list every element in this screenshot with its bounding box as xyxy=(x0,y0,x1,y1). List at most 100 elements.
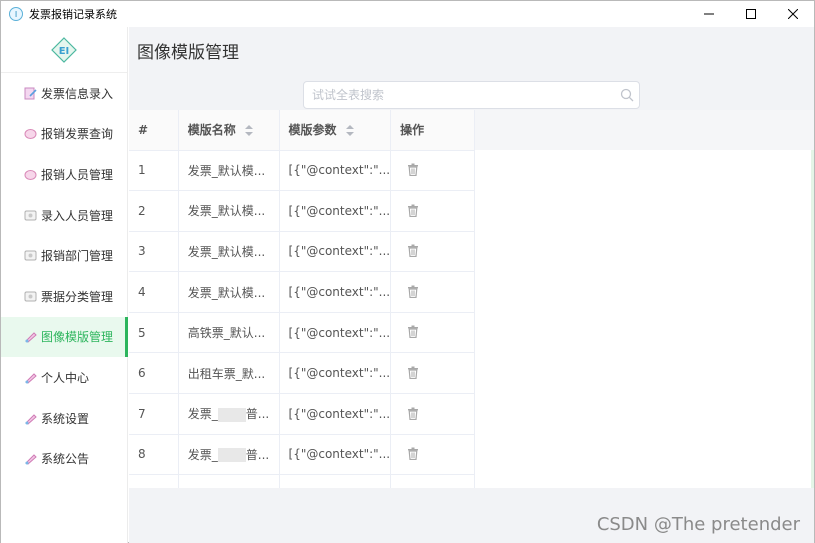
table-row: 1 发票_默认模... [{"@context":"... xyxy=(129,150,814,192)
cell-ops xyxy=(390,150,475,192)
sidebar-item-department[interactable]: 报销部门管理 xyxy=(1,235,127,276)
column-header-label: 模版参数 xyxy=(288,123,337,138)
cell-index: 3 xyxy=(129,231,179,273)
cell-ops xyxy=(390,312,475,354)
delete-button[interactable] xyxy=(405,365,421,381)
table-row: 5 高铁票_默认... [{"@context":"... xyxy=(129,312,814,354)
cell-name-prefix: 发票_ xyxy=(187,447,218,462)
entry-staff-icon xyxy=(23,208,37,222)
sidebar-item-label: 系统公告 xyxy=(41,452,90,467)
sidebar-item-label: 报销部门管理 xyxy=(41,249,114,264)
trash-icon xyxy=(408,366,419,380)
redacted-text xyxy=(217,448,246,463)
cell-params: [{"@context":"... xyxy=(279,231,392,273)
sidebar-item-label: 报销人员管理 xyxy=(41,167,114,182)
search-input[interactable] xyxy=(304,83,615,107)
cell-ops xyxy=(390,190,475,232)
window-title: 发票报销记录系统 xyxy=(29,8,117,21)
watermark: CSDN @The pretender xyxy=(596,514,800,535)
cell-index: 5 xyxy=(129,312,179,354)
cell-name: 发票_ 普... xyxy=(178,434,280,476)
delete-button[interactable] xyxy=(405,405,421,421)
minimize-button[interactable] xyxy=(688,1,730,27)
department-icon xyxy=(23,249,37,263)
table-row: 8 发票_ 普... [{"@context":"... xyxy=(129,434,814,476)
sidebar-item-invoice-query[interactable]: 报销发票查询 xyxy=(1,114,127,155)
cell-ops xyxy=(390,231,475,273)
trash-icon xyxy=(408,163,419,177)
settings-icon xyxy=(23,411,37,425)
trash-icon xyxy=(408,285,419,298)
sort-icon[interactable] xyxy=(345,124,355,137)
sidebar-item-profile[interactable]: 个人中心 xyxy=(1,357,127,398)
sidebar-item-reimburser[interactable]: 报销人员管理 xyxy=(1,154,127,195)
cell-name: 发票_ 普... xyxy=(178,393,280,435)
trash-icon xyxy=(408,325,419,339)
table-row: 6 出租车票_默... [{"@context":"... xyxy=(129,352,814,395)
delete-button[interactable] xyxy=(405,446,421,462)
delete-button[interactable] xyxy=(405,202,421,218)
column-header-ops: 操作 xyxy=(390,110,475,151)
table-header-row: # 模版名称 模版参数 操作 xyxy=(129,110,814,151)
cell-empty xyxy=(279,474,392,488)
sidebar-item-label: 发票信息录入 xyxy=(41,86,114,101)
scroll-indicator xyxy=(811,150,814,488)
profile-icon xyxy=(23,370,37,384)
cell-name: 发票_默认模... xyxy=(178,150,280,192)
sidebar-item-category[interactable]: 票据分类管理 xyxy=(1,276,127,317)
minimize-icon xyxy=(704,13,714,15)
sidebar-item-template[interactable]: 图像模版管理 xyxy=(1,316,128,358)
delete-button[interactable] xyxy=(405,324,421,340)
cell-ops xyxy=(390,352,475,395)
sidebar-item-label: 报销发票查询 xyxy=(41,127,114,142)
table-row: 7 发票_ 普... [{"@context":"... xyxy=(129,393,814,435)
reimburser-icon xyxy=(23,167,37,181)
sidebar-item-settings[interactable]: 系统设置 xyxy=(1,398,127,439)
maximize-button[interactable] xyxy=(730,1,772,27)
sidebar-item-invoice-entry[interactable]: 发票信息录入 xyxy=(1,73,127,114)
sidebar-menu: 发票信息录入 报销发票查询 报销人员管理 录入人员管理 报销部门管理 票据分类管… xyxy=(1,73,128,479)
table-header-filler xyxy=(474,110,814,150)
table-row: 4 发票_默认模... [{"@context":"... xyxy=(129,271,814,313)
cell-name: 发票_默认模... xyxy=(178,231,280,273)
cell-params: [{"@context":"... xyxy=(279,271,392,313)
close-icon xyxy=(788,9,798,19)
sidebar-item-label: 录入人员管理 xyxy=(41,208,114,223)
invoice-query-icon xyxy=(23,127,37,141)
cell-index: 2 xyxy=(129,190,179,232)
sidebar-item-label: 票据分类管理 xyxy=(41,289,114,304)
sidebar-item-label: 个人中心 xyxy=(41,370,90,385)
table-row: 2 发票_默认模... [{"@context":"... xyxy=(129,190,814,232)
trash-icon xyxy=(408,244,419,258)
search-icon[interactable] xyxy=(615,83,639,107)
close-button[interactable] xyxy=(772,1,814,27)
cell-name: 出租车票_默... xyxy=(178,352,280,395)
main-content: 图像模版管理 # 模版名称 模版参数 xyxy=(129,27,814,543)
column-header-name[interactable]: 模版名称 xyxy=(178,110,280,151)
brand-logo-icon: EI xyxy=(51,36,77,63)
invoice-entry-icon xyxy=(23,86,37,100)
sidebar-item-label: 系统设置 xyxy=(41,411,90,426)
announcement-icon xyxy=(23,452,37,466)
svg-text:EI: EI xyxy=(59,46,70,57)
cell-name-suffix: 普... xyxy=(245,407,270,422)
cell-ops xyxy=(390,434,475,476)
sort-icon[interactable] xyxy=(244,124,254,137)
delete-button[interactable] xyxy=(405,283,421,299)
cell-empty xyxy=(390,474,475,488)
cell-params: [{"@context":"... xyxy=(279,434,392,476)
sidebar-item-announcement[interactable]: 系统公告 xyxy=(1,438,127,479)
delete-button[interactable] xyxy=(405,243,421,259)
cell-params: [{"@context":"... xyxy=(279,190,392,232)
table-row-partial xyxy=(129,474,814,488)
cell-name-prefix: 发票_ xyxy=(187,407,218,422)
cell-params: [{"@context":"... xyxy=(279,150,392,192)
delete-button[interactable] xyxy=(405,162,421,178)
sidebar: EI 发票信息录入 报销发票查询 报销人员管理 录入人员管理 报销部门管理 票据… xyxy=(1,27,128,543)
template-icon xyxy=(23,330,37,344)
redacted-text xyxy=(217,407,246,422)
app-logo-icon: I xyxy=(9,7,23,21)
cell-index: 1 xyxy=(129,150,179,192)
column-header-params[interactable]: 模版参数 xyxy=(279,110,392,151)
sidebar-item-entry-staff[interactable]: 录入人员管理 xyxy=(1,195,127,236)
